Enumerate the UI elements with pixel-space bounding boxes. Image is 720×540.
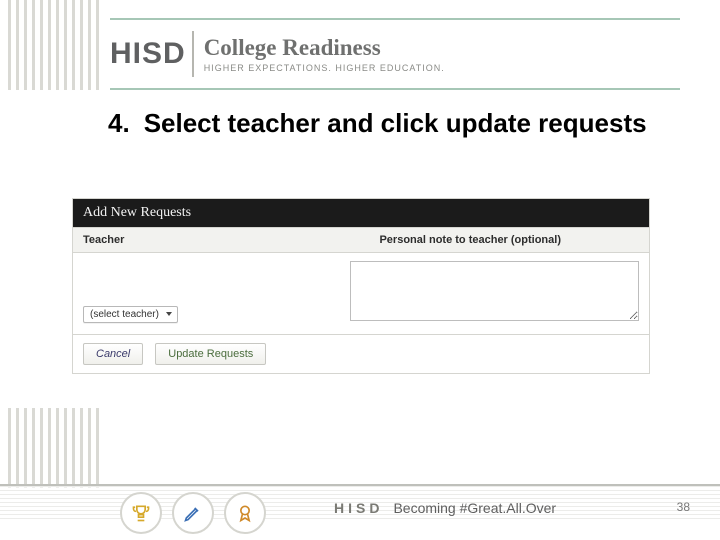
heading-number: 4. <box>108 108 130 139</box>
note-cell <box>350 261 639 324</box>
decorative-stripes-bottom <box>8 408 104 488</box>
add-requests-panel: Add New Requests Teacher Personal note t… <box>72 198 650 374</box>
logo-divider <box>192 31 194 77</box>
header-logo-band: HISD College Readiness HIGHER EXPECTATIO… <box>110 18 680 90</box>
teacher-select[interactable]: (select teacher) <box>83 306 178 323</box>
update-requests-button[interactable]: Update Requests <box>155 343 266 365</box>
logo-title: College Readiness <box>204 35 445 61</box>
badge-row <box>120 492 266 534</box>
heading-text: Select teacher and click update requests <box>144 108 647 139</box>
trophy-icon <box>120 492 162 534</box>
column-header-note: Personal note to teacher (optional) <box>369 228 649 252</box>
panel-actions: Cancel Update Requests <box>73 334 649 373</box>
footer-tagline-text: Becoming #Great.All.Over <box>393 500 556 516</box>
logo-text-group: College Readiness HIGHER EXPECTATIONS. H… <box>204 35 445 73</box>
column-header-teacher: Teacher <box>73 228 369 252</box>
personal-note-textarea[interactable] <box>350 261 639 321</box>
panel-column-headers: Teacher Personal note to teacher (option… <box>73 227 649 253</box>
panel-title-bar: Add New Requests <box>73 199 649 227</box>
footer-brand: HISD <box>334 500 383 516</box>
teacher-select-wrap[interactable]: (select teacher) <box>83 308 178 320</box>
page-number: 38 <box>677 500 690 514</box>
teacher-select-cell: (select teacher) <box>83 261 350 324</box>
footer-tagline: HISD Becoming #Great.All.Over <box>334 500 556 516</box>
logo-subtitle: HIGHER EXPECTATIONS. HIGHER EDUCATION. <box>204 63 445 73</box>
brand-mark: HISD <box>110 37 186 71</box>
ribbon-icon <box>224 492 266 534</box>
pencil-icon <box>172 492 214 534</box>
decorative-stripes-top <box>8 0 104 90</box>
slide-heading: 4. Select teacher and click update reque… <box>108 108 668 139</box>
cancel-button[interactable]: Cancel <box>83 343 143 365</box>
panel-body: (select teacher) <box>73 253 649 334</box>
